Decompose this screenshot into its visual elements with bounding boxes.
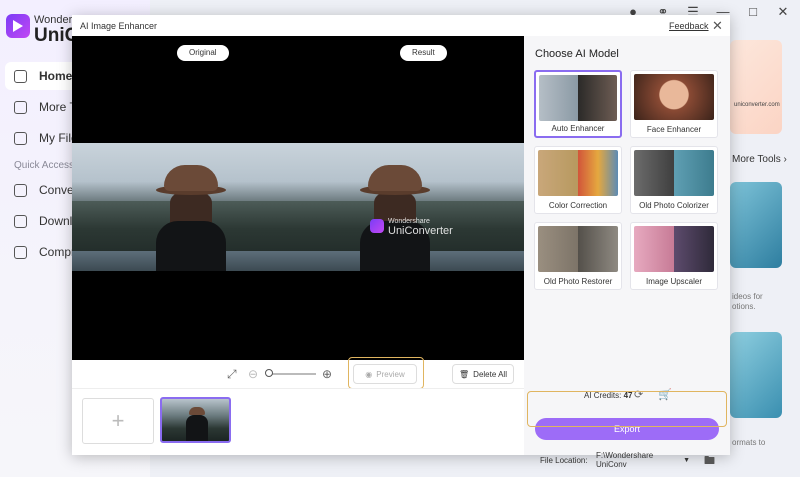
- zoom-in-icon[interactable]: ⊕: [322, 367, 332, 381]
- promo-banner[interactable]: uniconverter.com: [730, 40, 782, 134]
- more-tools-label: More Tools: [732, 154, 781, 165]
- more-tools-link[interactable]: More Tools ›: [732, 154, 787, 165]
- maximize-icon[interactable]: □: [746, 4, 760, 20]
- toolbox-icon: [14, 100, 27, 114]
- file-location-value: F:\Wondershare UniConv: [596, 451, 654, 469]
- zoom-slider[interactable]: [268, 373, 316, 375]
- close-icon[interactable]: ✕: [712, 18, 723, 34]
- file-icon: [14, 131, 27, 145]
- delete-all-button[interactable]: 🗑 Delete All: [452, 364, 514, 384]
- feedback-link[interactable]: Feedback: [669, 21, 709, 31]
- thumbnail-strip: +: [72, 388, 524, 455]
- card-text: otions.: [732, 302, 756, 311]
- banner-url: uniconverter.com: [734, 102, 780, 108]
- card-text: ideos for: [732, 292, 763, 301]
- model-label: Old Photo Colorizer: [639, 201, 709, 210]
- model-image-upscaler[interactable]: Image Upscaler: [630, 222, 718, 290]
- convert-icon: [14, 183, 27, 197]
- model-label: Face Enhancer: [646, 125, 702, 134]
- eye-icon: ◉: [365, 369, 373, 379]
- original-image: [72, 143, 298, 271]
- model-auto-enhancer[interactable]: Auto Enhancer: [534, 70, 622, 138]
- download-icon: [14, 214, 27, 228]
- export-highlight: [527, 391, 727, 427]
- model-label: Auto Enhancer: [551, 124, 605, 133]
- fit-screen-icon[interactable]: ⤢: [227, 367, 237, 382]
- add-image-button[interactable]: +: [82, 398, 154, 444]
- model-old-photo-restorer[interactable]: Old Photo Restorer: [534, 222, 622, 290]
- app-logo: [6, 14, 30, 38]
- model-label: Image Upscaler: [645, 277, 703, 286]
- tool-card-image[interactable]: [730, 332, 782, 418]
- quick-access-label: Quick Access: [14, 160, 75, 171]
- preview-area: Original Result Wondershare UniConverter: [72, 36, 524, 360]
- image-thumbnail[interactable]: [160, 397, 231, 443]
- result-image: [298, 143, 524, 271]
- preview-toolbar: ⤢ ⊖ ⊕ ◉ Preview 🗑 Delete All: [72, 357, 524, 389]
- home-icon: [14, 69, 27, 83]
- watermark-main: UniConverter: [388, 225, 453, 237]
- nav-label: Home: [39, 69, 73, 83]
- file-location-select[interactable]: F:\Wondershare UniConv ▼: [592, 451, 696, 469]
- model-face-enhancer[interactable]: Face Enhancer: [630, 70, 718, 138]
- card-text: ormats to: [732, 438, 766, 447]
- model-old-photo-colorizer[interactable]: Old Photo Colorizer: [630, 146, 718, 214]
- watermark-logo-icon: [370, 219, 384, 233]
- file-location-label: File Location:: [540, 456, 588, 465]
- panel-title: Choose AI Model: [535, 48, 619, 60]
- ai-image-enhancer-dialog: AI Image Enhancer Feedback ✕ Original Re…: [72, 15, 730, 469]
- tool-card-image[interactable]: [730, 182, 782, 268]
- chevron-down-icon: ▼: [683, 456, 690, 464]
- original-label: Original: [177, 45, 229, 61]
- model-label: Old Photo Restorer: [543, 277, 613, 286]
- trash-icon: 🗑: [459, 369, 470, 379]
- zoom-slider-handle[interactable]: [265, 369, 273, 377]
- watermark-top: Wondershare: [388, 218, 430, 225]
- preview-label: Preview: [376, 369, 405, 379]
- compress-icon: [14, 245, 27, 259]
- result-label: Result: [400, 45, 447, 61]
- model-color-correction[interactable]: Color Correction: [534, 146, 622, 214]
- delete-all-label: Delete All: [473, 369, 507, 379]
- close-window-icon[interactable]: ✕: [776, 4, 790, 20]
- folder-icon[interactable]: 🖿: [704, 452, 715, 471]
- dialog-title: AI Image Enhancer: [80, 21, 158, 31]
- model-label: Color Correction: [548, 201, 608, 210]
- zoom-out-icon[interactable]: ⊖: [248, 367, 258, 381]
- preview-button[interactable]: ◉ Preview: [353, 364, 417, 384]
